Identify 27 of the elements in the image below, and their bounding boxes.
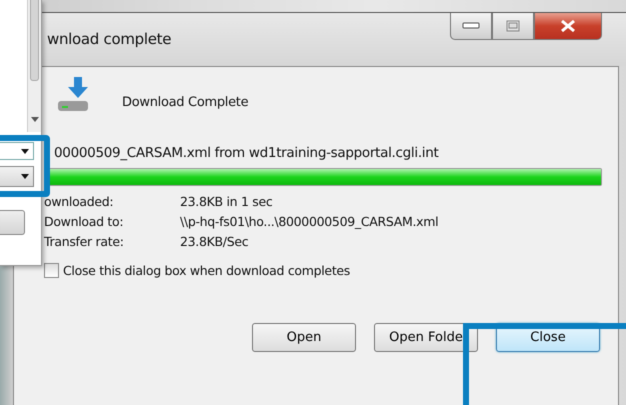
minimize-button[interactable] (450, 13, 492, 40)
window-title: wnload complete (47, 30, 172, 48)
dropdown-arrow-icon (21, 174, 29, 179)
detail-label: ownloaded: (44, 194, 114, 209)
checkbox-label: Close this dialog box when download completes (63, 263, 350, 278)
dialog-button[interactable]: Open Folde (374, 323, 478, 352)
dropdown[interactable] (0, 142, 34, 160)
detail-value: 23.8KB/Sec (180, 234, 250, 249)
scroll-down-icon (31, 117, 39, 122)
dropdown-arrow-icon (21, 148, 29, 154)
close-window-button[interactable] (534, 13, 602, 40)
source-text: 00000509_CARSAM.xml from wd1training-sapportal.cgli.int (53, 145, 440, 163)
window-button[interactable] (0, 210, 25, 235)
detail-value: \\p-hq-fs01\ho...\8000000509_CARSAM.xml (180, 214, 440, 229)
checkbox[interactable] (44, 263, 59, 278)
dialog-button[interactable]: Open (252, 323, 356, 352)
status-heading: Download Complete (122, 94, 248, 110)
maximize-icon (506, 20, 520, 32)
highlight-frame (0, 135, 50, 197)
detail-value: 23.8KB in 1 sec (180, 194, 274, 209)
dropdown[interactable] (0, 166, 34, 187)
close-icon (560, 20, 576, 32)
minimize-icon (462, 22, 480, 30)
detail-label: Transfer rate: (44, 234, 125, 249)
scrollbar[interactable] (27, 0, 41, 132)
detail-label: Download to: (44, 214, 124, 229)
maximize-button[interactable] (492, 13, 534, 40)
